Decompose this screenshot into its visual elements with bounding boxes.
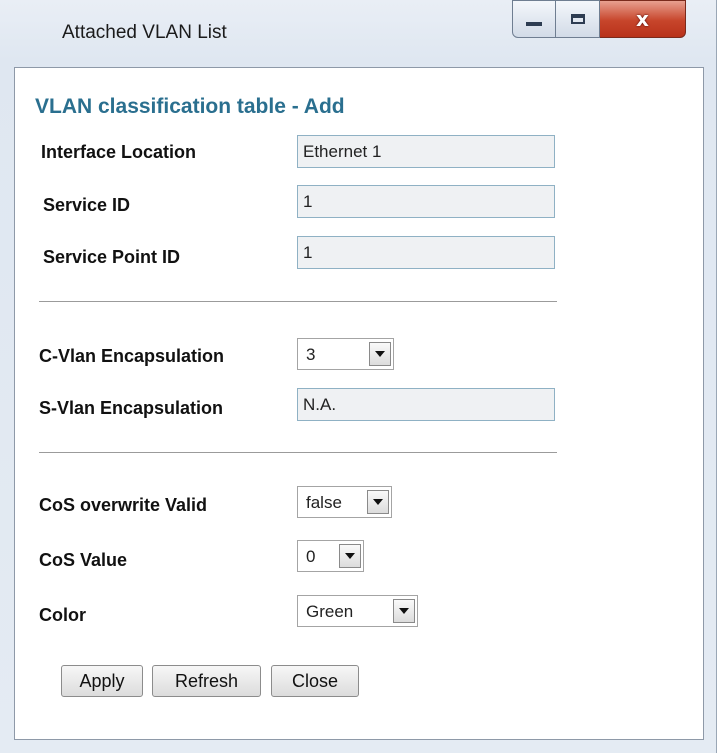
cos-overwrite-label: CoS overwrite Valid [39,495,208,515]
cos-value-value: 0 [306,547,316,566]
window-title: Attached VLAN List [62,22,227,43]
service-point-id-label: Service Point ID [43,247,181,267]
service-id-label: Service ID [43,195,131,215]
separator [39,452,557,453]
chevron-down-icon[interactable] [393,599,415,623]
cos-overwrite-select[interactable]: false [297,486,392,518]
chevron-down-icon[interactable] [367,490,389,514]
service-point-id-field[interactable]: 1 [297,236,555,269]
apply-button[interactable]: Apply [61,665,143,697]
color-value: Green [306,602,354,621]
c-vlan-label: C-Vlan Encapsulation [39,346,225,366]
minimize-icon [526,22,542,26]
maximize-button[interactable] [556,0,600,38]
window-controls: x [512,0,711,40]
separator [39,301,557,302]
chevron-down-icon[interactable] [339,544,361,568]
interface-location-field[interactable]: Ethernet 1 [297,135,555,168]
close-window-button[interactable]: x [600,0,686,38]
cos-value-select[interactable]: 0 [297,540,364,572]
service-id-field[interactable]: 1 [297,185,555,218]
chevron-down-icon[interactable] [369,342,391,366]
close-icon: x [636,7,649,31]
refresh-button[interactable]: Refresh [152,665,261,697]
dialog-window: Attached VLAN List x VLAN classification… [0,0,717,753]
color-label: Color [39,605,86,625]
form-heading: VLAN classification table - Add [35,95,345,118]
minimize-button[interactable] [512,0,556,38]
color-select[interactable]: Green [297,595,418,627]
interface-location-label: Interface Location [41,142,197,162]
s-vlan-field[interactable]: N.A. [297,388,555,421]
cos-value-label: CoS Value [39,550,128,570]
cos-overwrite-value: false [306,493,342,512]
dialog-content: VLAN classification table - Add Interfac… [14,67,704,740]
title-bar[interactable]: Attached VLAN List x [0,0,717,66]
close-button[interactable]: Close [271,665,359,697]
maximize-icon [570,14,585,24]
s-vlan-label: S-Vlan Encapsulation [39,398,224,418]
c-vlan-value: 3 [306,345,316,364]
c-vlan-select[interactable]: 3 [297,338,394,370]
